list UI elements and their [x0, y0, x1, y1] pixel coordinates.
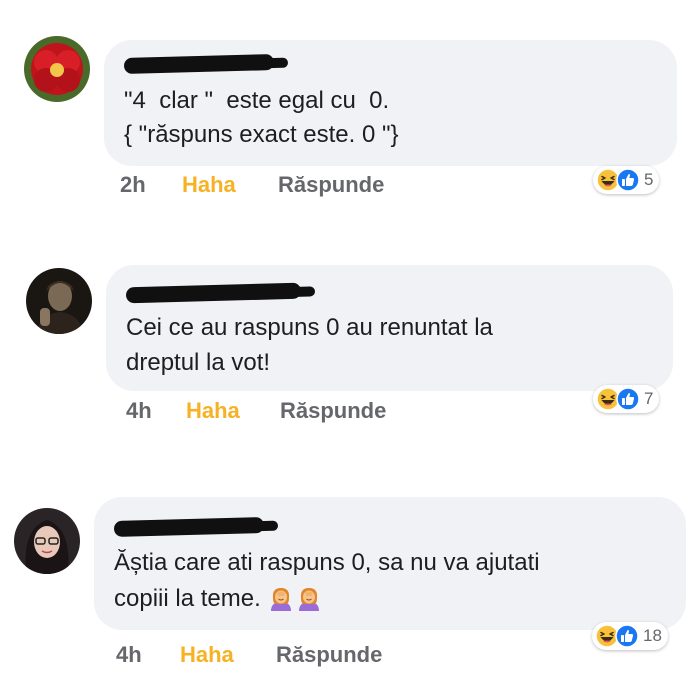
comment-bubble: Cei ce au raspuns 0 au renuntat la drept…	[106, 265, 673, 391]
comment-bubble: "4 clar " este egal cu 0. { "răspuns exa…	[104, 40, 677, 166]
comment-text-line: { "răspuns exact este. 0 "}	[124, 121, 399, 148]
reaction-count: 5	[644, 170, 654, 189]
comment-text-line: Cei ce au raspuns 0 au renuntat la	[126, 314, 493, 341]
woman-facepalming-icon	[267, 584, 295, 612]
redacted-author-name[interactable]	[123, 54, 275, 74]
avatar[interactable]	[14, 508, 80, 574]
avatar-flower-image	[24, 36, 90, 102]
timestamp-link[interactable]: 4h	[126, 398, 152, 424]
avatar[interactable]	[26, 268, 92, 334]
comment-text-line: dreptul la vot!	[126, 349, 271, 376]
reply-button[interactable]: Răspunde	[280, 398, 386, 424]
comment-text: copiii la teme.	[114, 585, 261, 612]
like-icon	[615, 624, 639, 648]
comment-text-line: "4 clar " este egal cu 0.	[124, 87, 390, 114]
reaction-count: 7	[644, 389, 654, 408]
timestamp-link[interactable]: 4h	[116, 642, 142, 668]
redacted-author-name[interactable]	[113, 517, 265, 537]
comment-bubble: Ăștia care ati raspuns 0, sa nu va ajuta…	[94, 497, 686, 630]
haha-reaction-button[interactable]: Haha	[182, 172, 236, 198]
like-icon	[616, 387, 640, 411]
reply-button[interactable]: Răspunde	[278, 172, 384, 198]
comment-text-line: copiii la teme.	[114, 582, 323, 615]
reaction-summary[interactable]: 18	[592, 622, 668, 650]
like-icon	[616, 168, 640, 192]
reaction-summary[interactable]: 5	[593, 166, 660, 194]
reaction-count: 18	[643, 626, 662, 645]
avatar-person-image	[26, 268, 92, 334]
redacted-author-name[interactable]	[125, 282, 302, 304]
reaction-summary[interactable]: 7	[593, 385, 660, 413]
avatar[interactable]	[24, 36, 90, 102]
reply-button[interactable]: Răspunde	[276, 642, 382, 668]
haha-reaction-button[interactable]: Haha	[180, 642, 234, 668]
haha-reaction-button[interactable]: Haha	[186, 398, 240, 424]
timestamp-link[interactable]: 2h	[120, 172, 146, 198]
comment-text-line: Ăștia care ati raspuns 0, sa nu va ajuta…	[114, 549, 540, 576]
woman-facepalming-icon	[295, 584, 323, 612]
avatar-person-image	[14, 508, 80, 574]
